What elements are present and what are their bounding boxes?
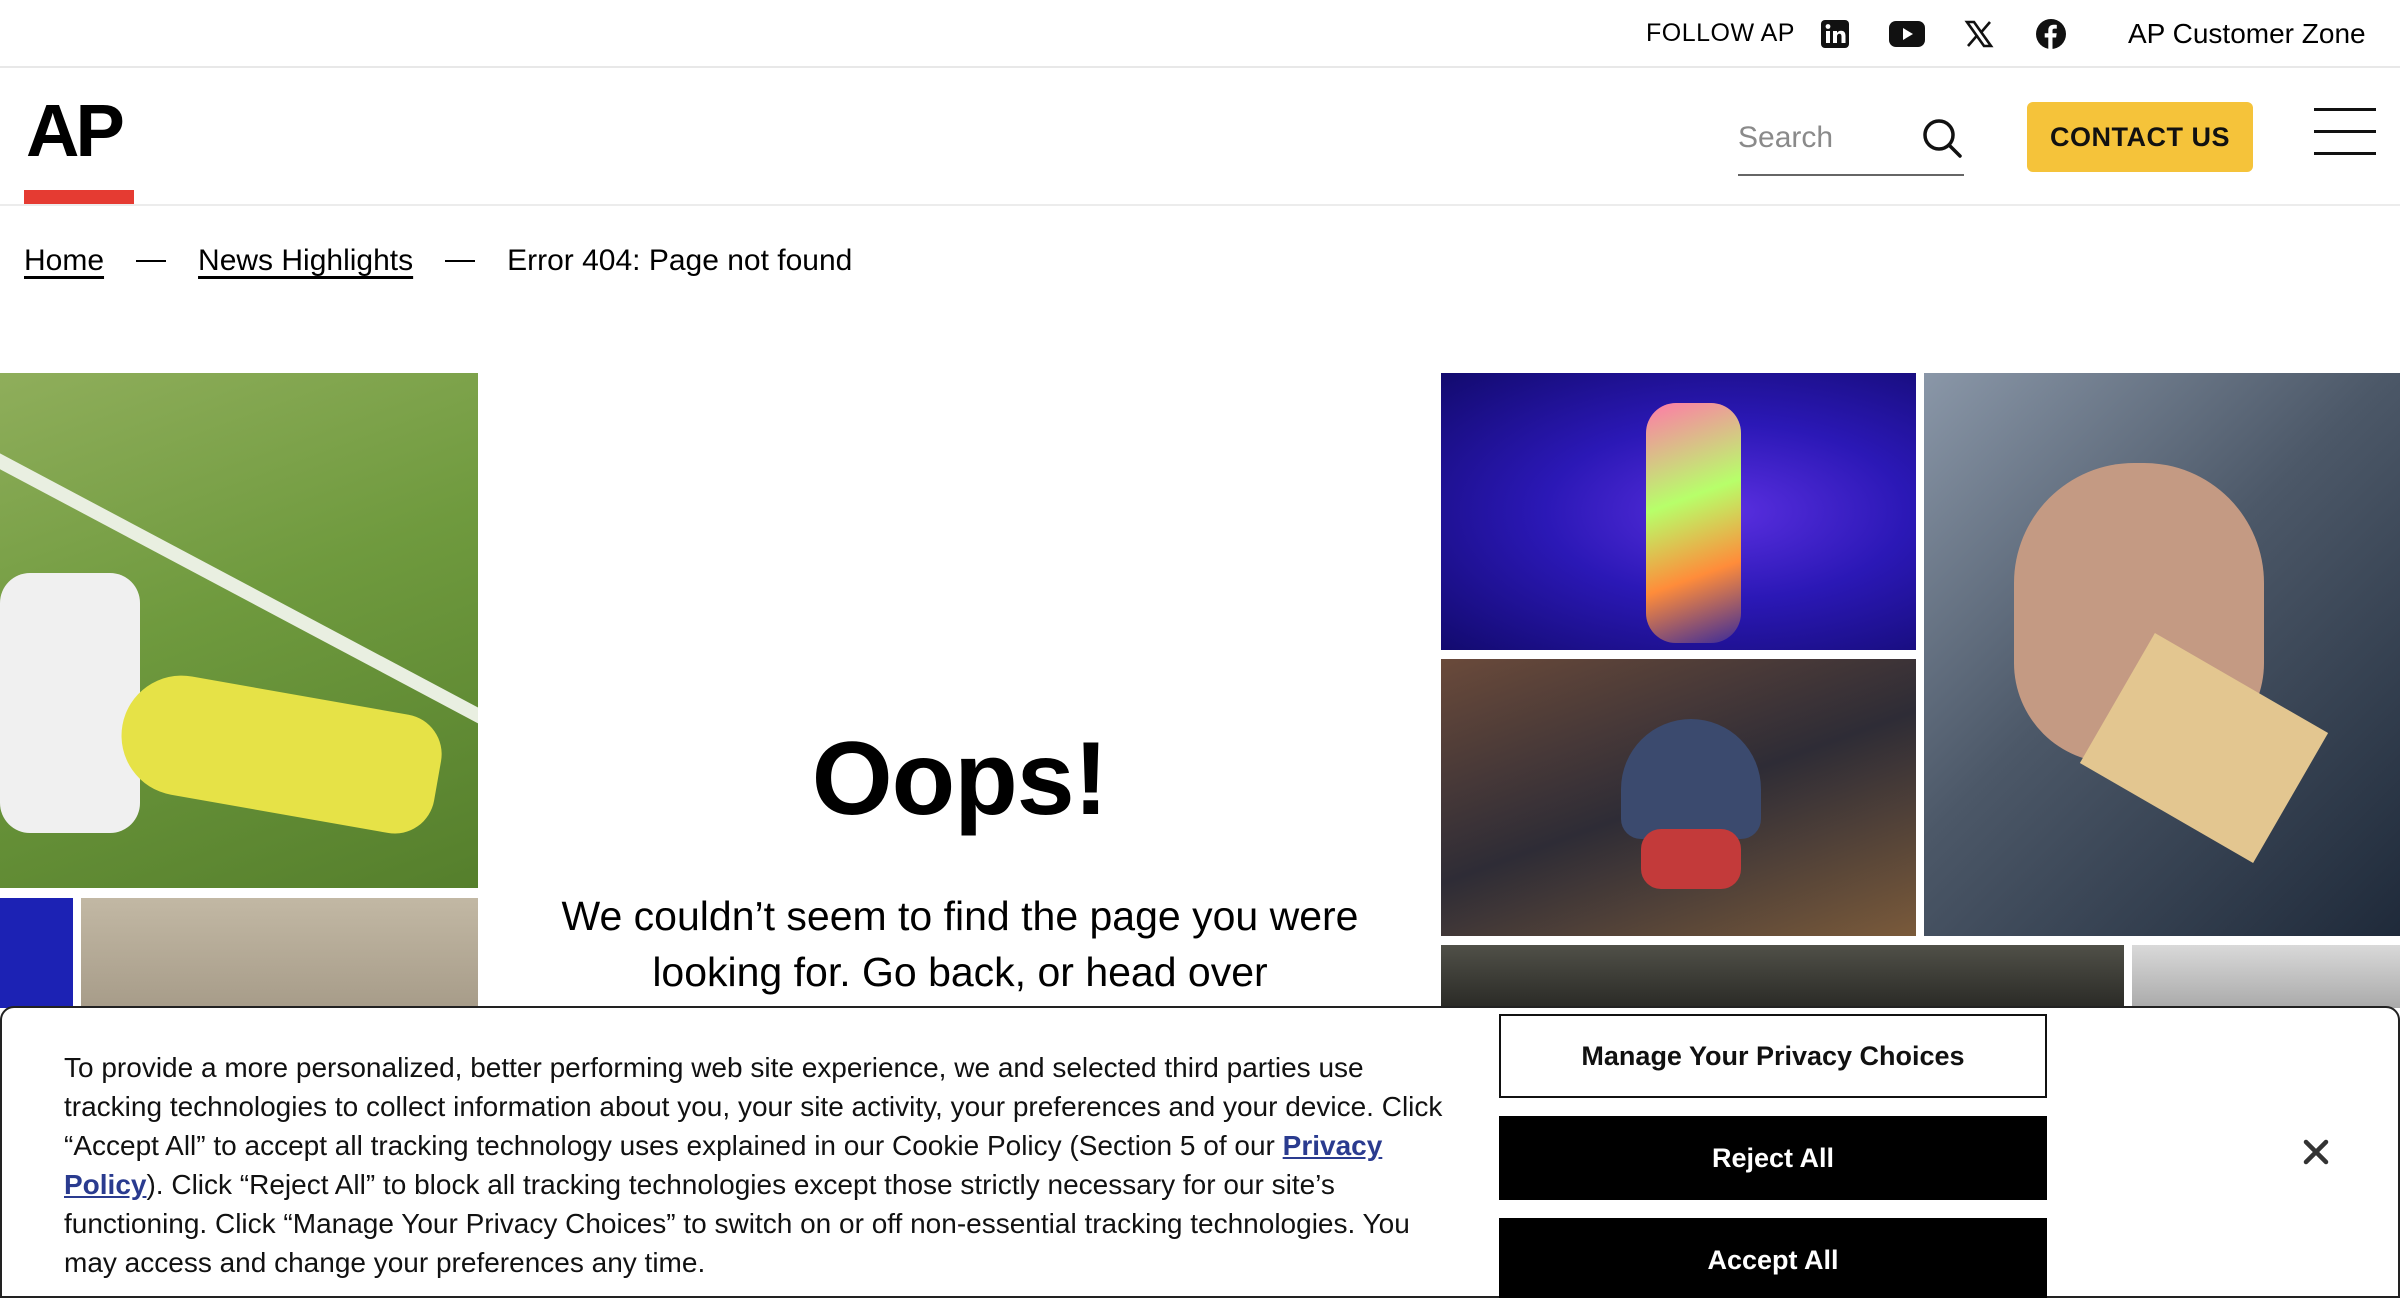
error-message: We couldn’t seem to find the page you we… [561,893,1359,995]
reject-all-button[interactable]: Reject All [1499,1116,2047,1200]
contact-us-button[interactable]: CONTACT US [2027,102,2253,172]
event-photo [2132,945,2400,1008]
memorial-photo [1441,945,2124,1008]
youtube-icon[interactable] [1887,14,1927,54]
blue-photo-strip [0,898,73,1008]
breadcrumb-current: Error 404: Page not found [507,244,853,277]
error-heading: Oops! [811,721,1108,837]
cookie-text-part: ). Click “Reject All” to block all track… [64,1169,1410,1278]
x-icon[interactable] [1959,14,1999,54]
manage-privacy-choices-button[interactable]: Manage Your Privacy Choices [1499,1014,2047,1098]
breadcrumb-home[interactable]: Home [24,244,104,278]
close-icon[interactable] [2296,1132,2336,1172]
breadcrumb-separator [136,260,167,262]
breadcrumb-news-highlights[interactable]: News Highlights [198,244,413,278]
utility-bar: FOLLOW AP AP Customer Zone [0,0,2400,68]
search-input[interactable] [1738,116,1908,160]
breadcrumb: Home News Highlights Error 404: Page not… [24,244,852,278]
ap-logo[interactable]: AP [26,94,125,168]
cookie-text-part: To provide a more personalized, better p… [64,1052,1443,1161]
linkedin-icon[interactable] [1815,14,1855,54]
trader-photo [1924,373,2400,936]
soccer-photo [0,373,478,888]
search-icon[interactable] [1920,116,1964,160]
menu-icon[interactable] [2314,108,2376,156]
cookie-banner: To provide a more personalized, better p… [0,1006,2400,1298]
search-box [1738,104,1964,176]
cookie-text: To provide a more personalized, better p… [64,1048,1444,1282]
fashion-photo [1441,373,1916,650]
customer-zone-link[interactable]: AP Customer Zone [2128,18,2366,50]
follow-ap-label: FOLLOW AP [1646,19,1795,47]
accept-all-button[interactable]: Accept All [1499,1218,2047,1298]
breadcrumb-separator [445,260,476,262]
main-header: AP CONTACT US [0,68,2400,206]
logo-accent-bar [24,190,134,204]
facebook-icon[interactable] [2031,14,2071,54]
protest-photo [1441,659,1916,936]
desert-photo [81,898,478,1008]
